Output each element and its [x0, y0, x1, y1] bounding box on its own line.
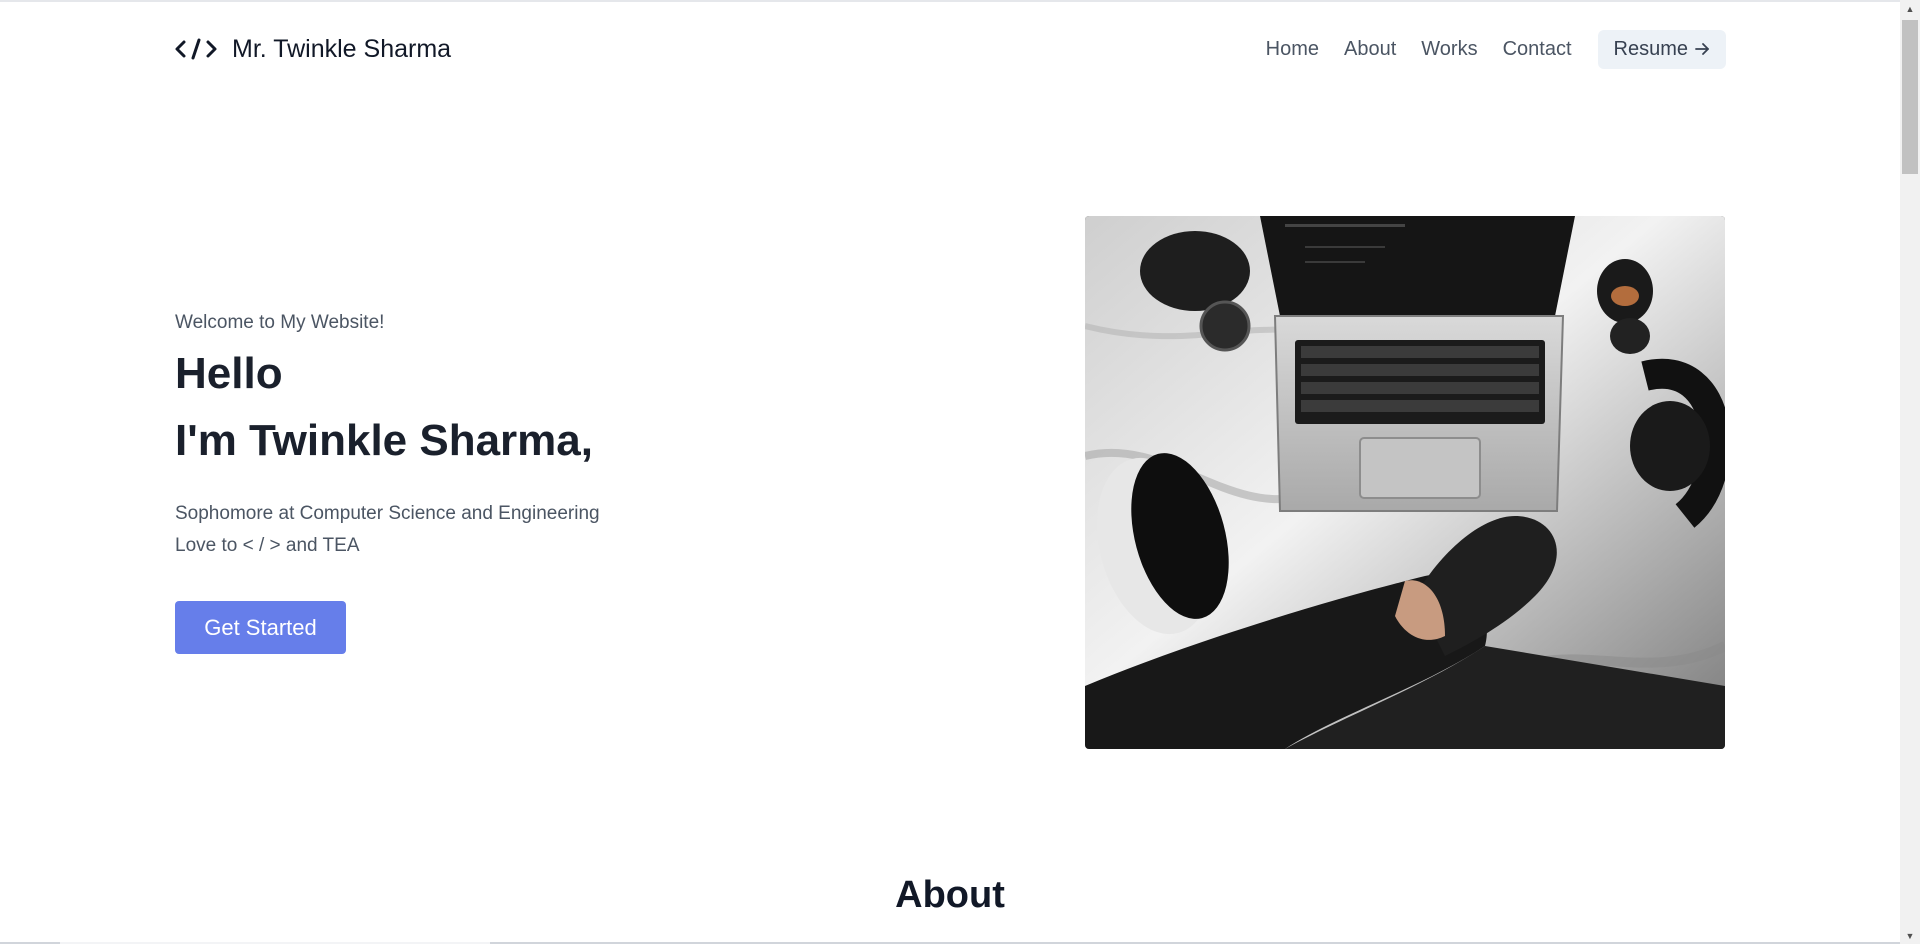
hero-name: I'm Twinkle Sharma,	[175, 416, 593, 465]
nav-home[interactable]: Home	[1266, 38, 1319, 61]
resume-label: Resume	[1613, 37, 1688, 60]
vertical-scrollbar[interactable]: ▲ ▼	[1900, 0, 1920, 944]
nav-contact[interactable]: Contact	[1503, 38, 1572, 61]
top-divider	[0, 0, 1900, 2]
desk-photo-illustration	[1085, 216, 1725, 749]
page: Mr. Twinkle Sharma Home About Works Cont…	[0, 0, 1920, 944]
hero-description-line-2: Love to < / > and TEA	[175, 535, 360, 556]
main-nav: Home About Works Contact Resume	[1266, 29, 1726, 69]
scroll-down-arrow-icon[interactable]: ▼	[1900, 927, 1920, 944]
scrollbar-thumb[interactable]	[1902, 20, 1918, 174]
site-header: Mr. Twinkle Sharma Home About Works Cont…	[174, 29, 1726, 69]
scroll-up-arrow-icon[interactable]: ▲	[1900, 0, 1920, 17]
hero-description-line-1: Sophomore at Computer Science and Engine…	[175, 503, 600, 524]
brand[interactable]: Mr. Twinkle Sharma	[174, 35, 451, 64]
hero-image	[1085, 216, 1725, 749]
resume-button[interactable]: Resume	[1597, 29, 1726, 69]
code-icon	[174, 35, 218, 63]
nav-about[interactable]: About	[1344, 38, 1396, 61]
hero-hello: Hello	[175, 349, 283, 398]
nav-works[interactable]: Works	[1421, 38, 1477, 61]
hero-text: Welcome to My Website! Hello I'm Twinkle…	[175, 312, 975, 562]
welcome-text: Welcome to My Website!	[175, 312, 385, 333]
hero-description: Sophomore at Computer Science and Engine…	[175, 498, 975, 562]
brand-name: Mr. Twinkle Sharma	[232, 34, 452, 63]
about-heading: About	[895, 874, 1005, 916]
arrow-right-icon	[1694, 41, 1710, 57]
get-started-button[interactable]: Get Started	[175, 601, 346, 654]
